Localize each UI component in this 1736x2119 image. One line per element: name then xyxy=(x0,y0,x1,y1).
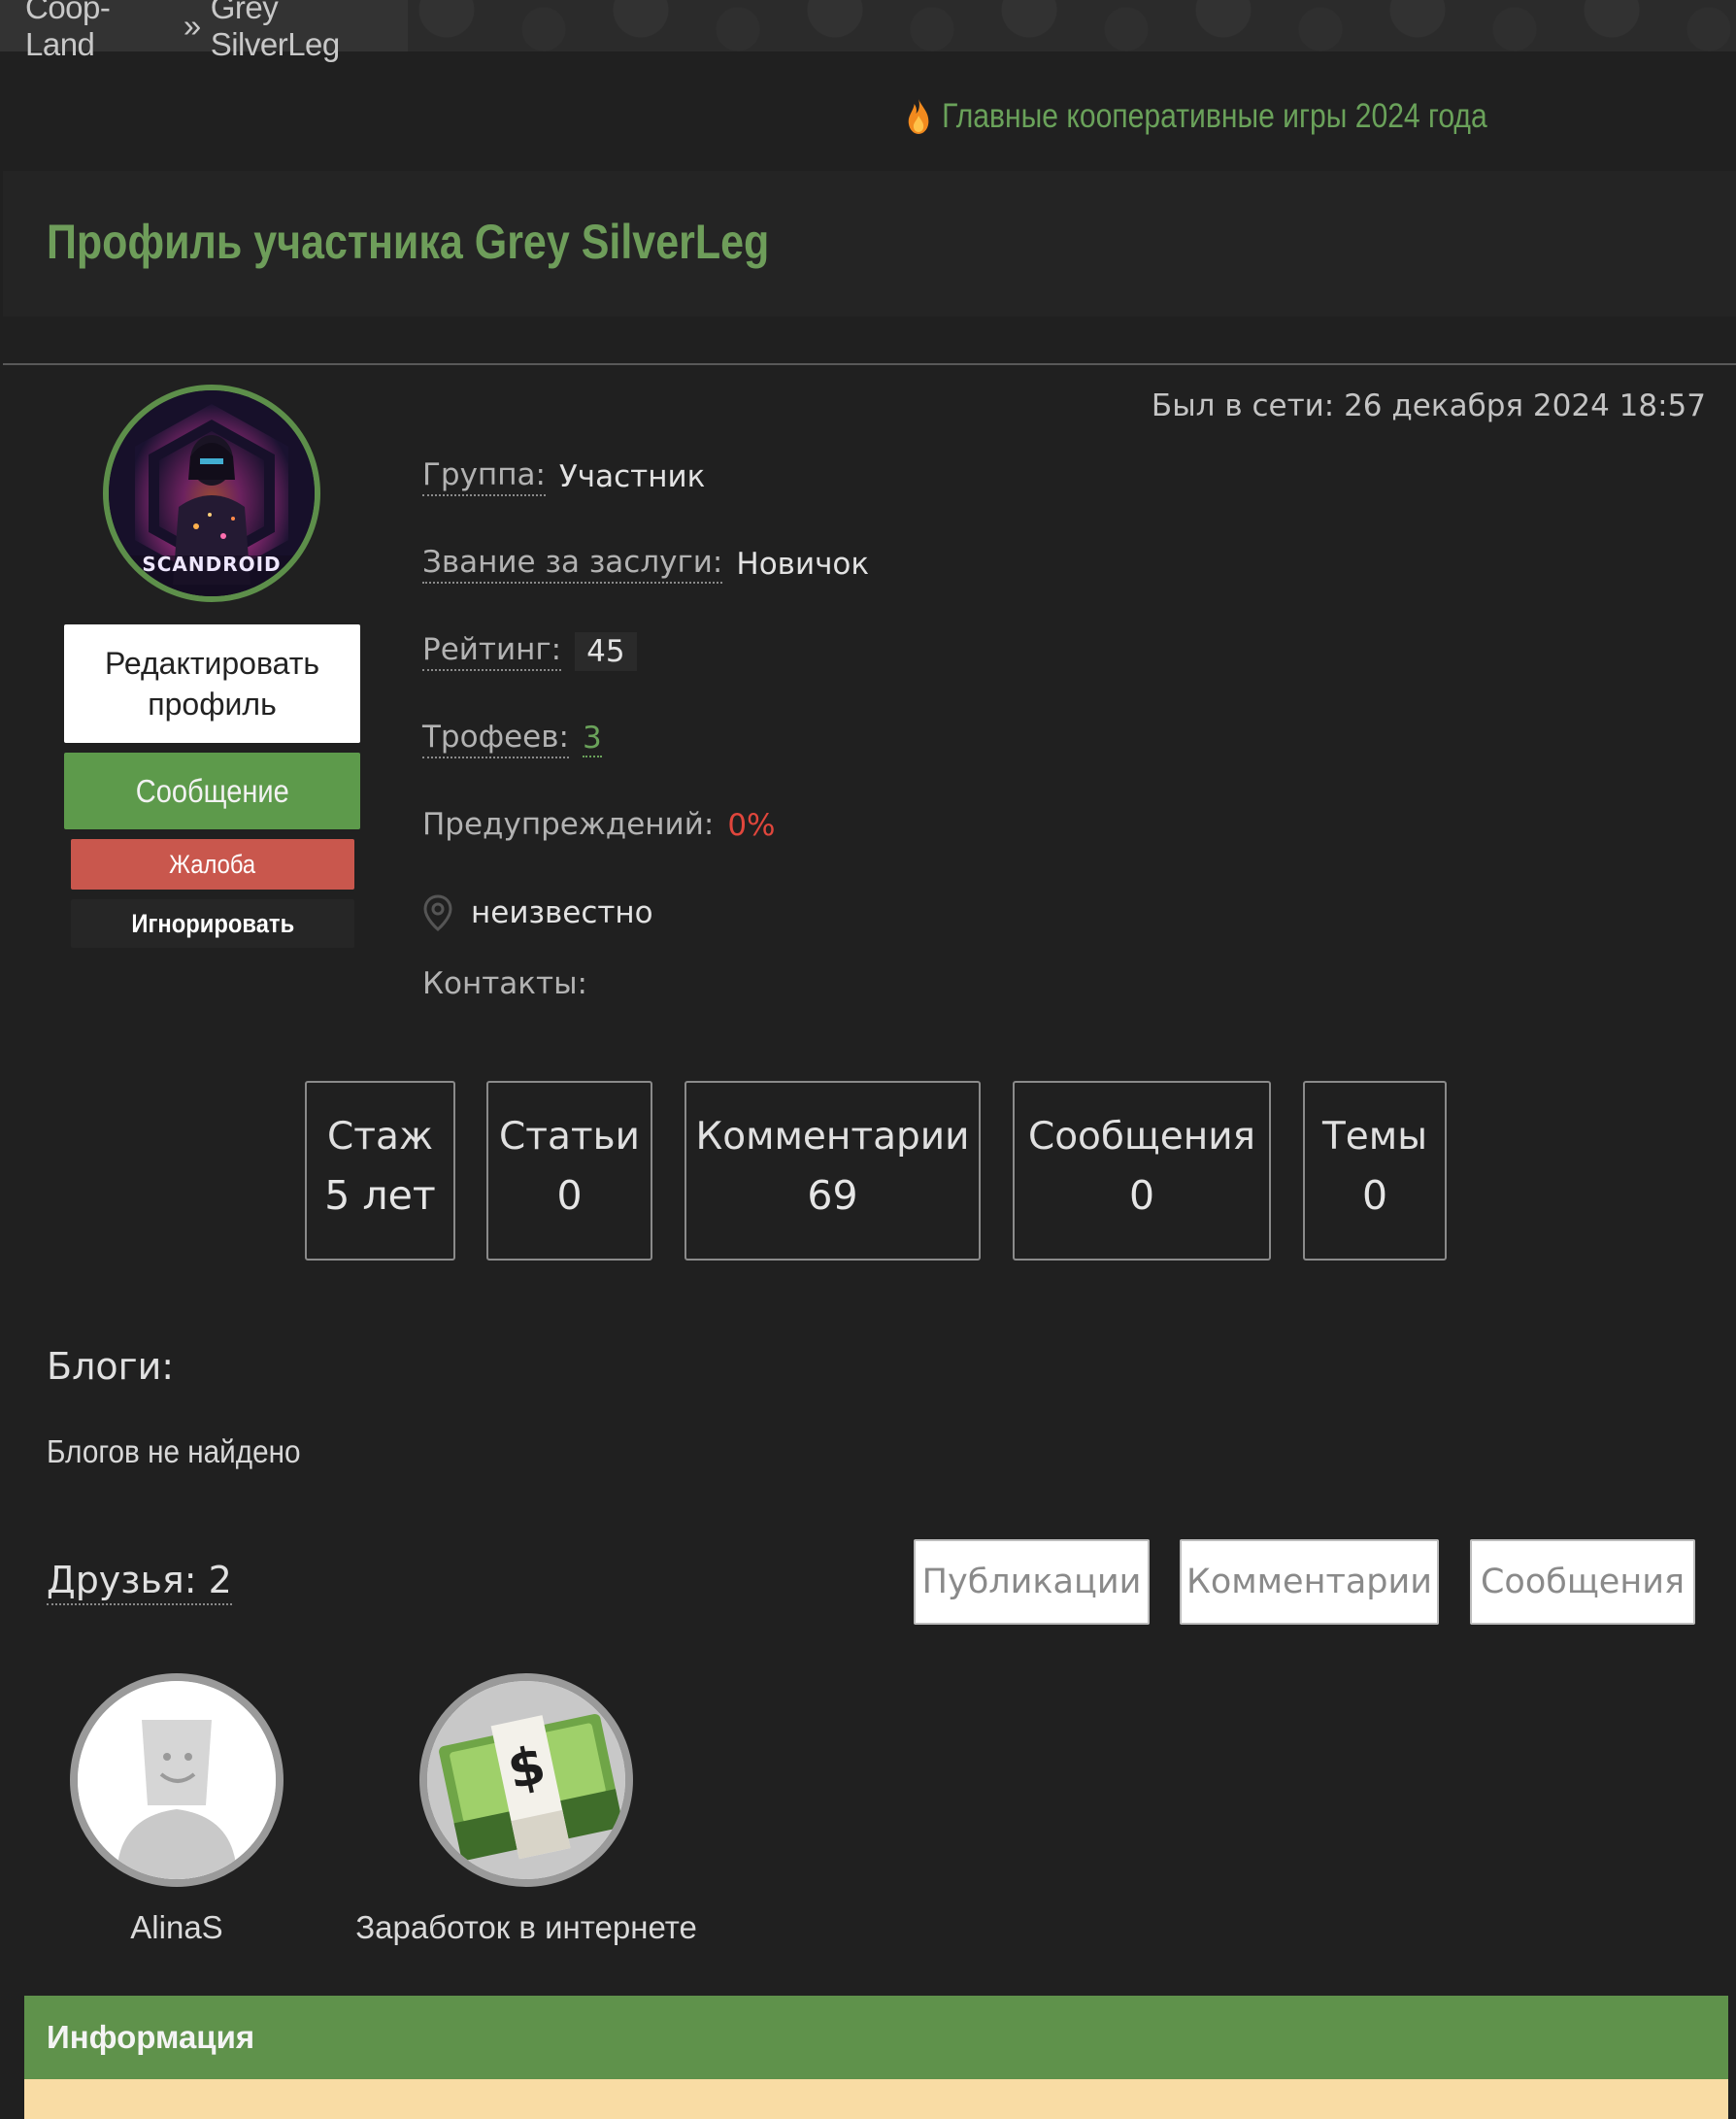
edit-profile-button[interactable]: Редактировать профиль xyxy=(64,624,360,743)
tab-publications[interactable]: Публикации xyxy=(914,1539,1150,1625)
friend-avatar-alinas[interactable] xyxy=(70,1673,284,1887)
stat-experience: Стаж 5 лет xyxy=(305,1081,455,1261)
blogs-heading: Блоги: xyxy=(47,1345,175,1388)
stat-title: Комментарии xyxy=(695,1114,970,1159)
svg-text:SCANDROID: SCANDROID xyxy=(142,553,281,576)
rank-label[interactable]: Звание за заслуги: xyxy=(422,545,723,584)
breadcrumb-current: Grey SilverLeg xyxy=(210,0,341,62)
avatar-image: SCANDROID xyxy=(109,390,315,596)
stat-messages[interactable]: Сообщения 0 xyxy=(1013,1081,1271,1261)
rating-value: 45 xyxy=(575,632,637,671)
default-user-avatar-icon xyxy=(78,1681,276,1879)
contacts-row: Контакты: xyxy=(422,966,587,1003)
group-row: Группа: Участник xyxy=(422,457,705,496)
money-stack-icon: $ xyxy=(427,1681,625,1879)
report-label: Жалоба xyxy=(169,849,256,879)
warnings-value: 0% xyxy=(727,808,776,843)
stat-topics[interactable]: Темы 0 xyxy=(1303,1081,1447,1261)
header-pattern xyxy=(408,0,1736,51)
rating-row: Рейтинг: 45 xyxy=(422,632,637,671)
group-value: Участник xyxy=(558,459,706,494)
profile-avatar[interactable]: SCANDROID xyxy=(103,385,320,602)
trophies-row: Трофеев: 3 xyxy=(422,720,602,758)
breadcrumb: Coop-Land » Grey SilverLeg xyxy=(0,0,408,62)
ignore-button[interactable]: Игнорировать xyxy=(71,899,354,948)
rank-row: Звание за заслуги: Новичок xyxy=(422,545,869,584)
stat-title: Сообщения xyxy=(1027,1114,1256,1159)
tab-comments[interactable]: Комментарии xyxy=(1180,1539,1439,1625)
location-value: неизвестно xyxy=(471,895,653,930)
friend-name[interactable]: Заработок в интернете xyxy=(351,1909,701,1946)
stat-articles[interactable]: Статьи 0 xyxy=(486,1081,652,1261)
promo-text: Главные кооперативные игры 2024 года xyxy=(942,97,1487,135)
warnings-row: Предупреждений: 0% xyxy=(422,807,776,844)
warnings-label: Предупреждений: xyxy=(422,807,715,842)
stat-title: Темы xyxy=(1321,1114,1428,1159)
stat-value: 0 xyxy=(1128,1171,1155,1219)
breadcrumb-separator: » xyxy=(183,7,201,44)
page-title: Профиль участника Grey SilverLeg xyxy=(47,215,770,269)
stat-value: 5 лет xyxy=(324,1171,436,1219)
last-seen: Был в сети: 26 декабря 2024 18:57 xyxy=(1151,388,1706,423)
breadcrumb-site-link[interactable]: Coop-Land xyxy=(25,0,174,63)
tab-messages[interactable]: Сообщения xyxy=(1470,1539,1695,1625)
flame-icon xyxy=(908,99,929,134)
ignore-label: Игнорировать xyxy=(131,908,294,938)
send-message-label: Сообщение xyxy=(135,772,289,809)
friend-avatar-money[interactable]: $ xyxy=(419,1673,633,1887)
location-row: неизвестно xyxy=(422,894,653,931)
info-section-header: Информация xyxy=(24,1996,1728,2079)
trophies-label[interactable]: Трофеев: xyxy=(422,720,569,758)
stat-title: Стаж xyxy=(327,1114,433,1159)
blogs-empty-message: Блогов не найдено xyxy=(47,1433,301,1469)
stat-comments[interactable]: Комментарии 69 xyxy=(684,1081,981,1261)
stat-value: 69 xyxy=(807,1171,858,1219)
send-message-button[interactable]: Сообщение xyxy=(64,753,360,829)
location-pin-icon xyxy=(423,894,452,931)
group-label[interactable]: Группа: xyxy=(422,457,546,496)
contacts-label: Контакты: xyxy=(422,966,588,1001)
stat-title: Статьи xyxy=(499,1114,640,1159)
rating-label[interactable]: Рейтинг: xyxy=(422,632,562,671)
report-button[interactable]: Жалоба xyxy=(71,839,354,890)
stat-value: 0 xyxy=(1361,1171,1388,1219)
rank-value: Новичок xyxy=(736,547,870,582)
promo-link[interactable]: Главные кооперативные игры 2024 года xyxy=(907,93,1487,140)
info-section-body xyxy=(24,2079,1728,2119)
divider xyxy=(3,363,1736,365)
trophies-value[interactable]: 3 xyxy=(582,721,602,757)
friends-heading[interactable]: Друзья: 2 xyxy=(47,1559,232,1605)
stat-value: 0 xyxy=(556,1171,583,1219)
friend-name[interactable]: AlinaS xyxy=(70,1909,284,1946)
